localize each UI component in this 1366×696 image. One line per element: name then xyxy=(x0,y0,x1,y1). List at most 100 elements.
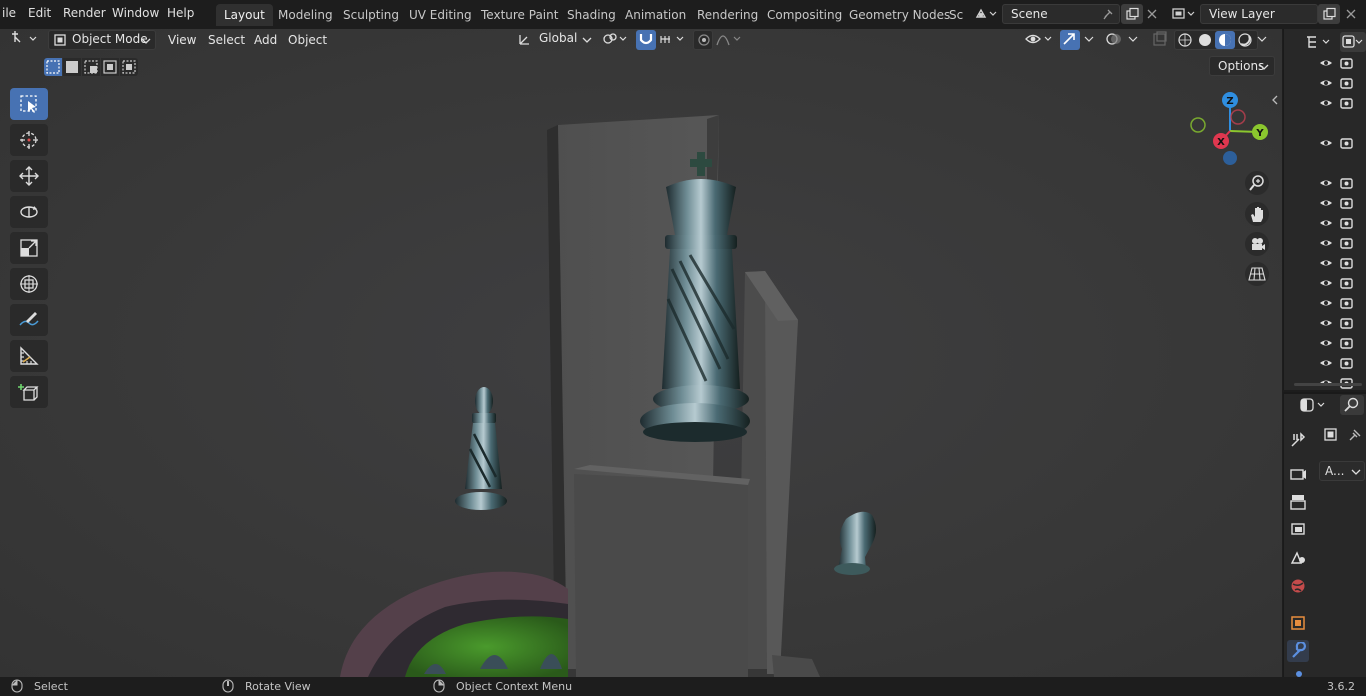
tab-modeling[interactable]: Modeling xyxy=(270,4,341,26)
eye-icon[interactable] xyxy=(1320,360,1332,366)
tab-rendering[interactable]: Rendering xyxy=(689,4,766,26)
eye-icon[interactable] xyxy=(1320,280,1332,286)
select-box-tool[interactable] xyxy=(10,88,48,120)
tab-output[interactable] xyxy=(1287,491,1309,513)
tab-animation[interactable]: Animation xyxy=(617,4,694,26)
delete-view-layer-button[interactable] xyxy=(1342,4,1360,24)
transform-orientation-dropdown[interactable]: Global xyxy=(514,30,594,50)
collapse-sidebar-icon[interactable] xyxy=(1270,95,1280,105)
gizmo-z-axis[interactable]: Z xyxy=(1222,92,1238,108)
render-camera-icon[interactable] xyxy=(1340,318,1353,329)
outliner-row[interactable] xyxy=(1320,278,1353,289)
options-dropdown[interactable]: Options xyxy=(1209,56,1275,76)
front-slab[interactable] xyxy=(574,465,750,677)
render-camera-icon[interactable] xyxy=(1340,358,1353,369)
eye-icon[interactable] xyxy=(1320,140,1332,146)
menu-file[interactable]: ile xyxy=(2,6,16,20)
eye-icon[interactable] xyxy=(1320,200,1332,206)
scale-tool[interactable] xyxy=(10,232,48,264)
tab-compositing[interactable]: Compositing xyxy=(759,4,850,26)
render-camera-icon[interactable] xyxy=(1340,138,1353,149)
render-camera-icon[interactable] xyxy=(1340,258,1353,269)
select-intersect-button[interactable] xyxy=(120,58,138,76)
gizmo-x-axis[interactable]: X xyxy=(1213,133,1229,149)
xray-toggle[interactable] xyxy=(1150,30,1170,50)
snap-target-dropdown[interactable] xyxy=(658,30,688,50)
tab-modifiers[interactable] xyxy=(1287,640,1309,662)
render-camera-icon[interactable] xyxy=(1340,198,1353,209)
eye-icon[interactable] xyxy=(1320,260,1332,266)
pivot-point-dropdown[interactable] xyxy=(600,30,630,50)
modifier-dropdown[interactable]: A... xyxy=(1319,461,1365,481)
tab-layout[interactable]: Layout xyxy=(216,4,273,26)
move-tool[interactable] xyxy=(10,160,48,192)
proportional-edit-toggle[interactable] xyxy=(693,30,713,50)
eye-icon[interactable] xyxy=(1320,300,1332,306)
perspective-toggle-button[interactable] xyxy=(1245,262,1269,286)
navigation-gizmo[interactable]: Z Y X xyxy=(1186,89,1276,175)
pin-button[interactable] xyxy=(1346,426,1364,447)
render-camera-icon[interactable] xyxy=(1340,58,1353,69)
proportional-falloff-dropdown[interactable] xyxy=(714,30,744,50)
menu-window[interactable]: Window xyxy=(112,6,159,20)
tab-geometry-nodes[interactable]: Geometry Nodes xyxy=(841,4,958,26)
tab-render[interactable] xyxy=(1287,463,1309,485)
outliner-filter[interactable] xyxy=(1340,32,1366,52)
bishop-chess-piece[interactable] xyxy=(455,387,507,510)
menu-view[interactable]: View xyxy=(168,31,196,50)
outliner-row[interactable] xyxy=(1320,98,1353,109)
gizmo-y-axis[interactable]: Y xyxy=(1252,124,1268,140)
tab-view-layer[interactable] xyxy=(1287,519,1309,541)
gizmo-neg-y[interactable] xyxy=(1190,117,1206,133)
tab-texture-paint[interactable]: Texture Paint xyxy=(473,4,566,26)
3d-viewport[interactable]: Object Mode View Select Add Object Globa… xyxy=(0,29,1282,677)
menu-object[interactable]: Object xyxy=(288,31,327,50)
outliner-display-mode[interactable] xyxy=(1304,33,1338,51)
visibility-dropdown[interactable] xyxy=(1024,30,1056,50)
camera-view-button[interactable] xyxy=(1245,232,1269,256)
render-camera-icon[interactable] xyxy=(1340,298,1353,309)
tab-world[interactable] xyxy=(1287,575,1309,597)
menu-edit[interactable]: Edit xyxy=(28,6,51,20)
outliner-row[interactable] xyxy=(1320,258,1353,269)
eye-icon[interactable] xyxy=(1320,100,1332,106)
outliner-row[interactable] xyxy=(1320,318,1353,329)
menu-select[interactable]: Select xyxy=(208,31,245,50)
tab-uv-editing[interactable]: UV Editing xyxy=(401,4,480,26)
menu-render[interactable]: Render xyxy=(63,6,106,20)
small-block[interactable] xyxy=(772,655,820,677)
outliner-row[interactable] xyxy=(1320,198,1353,209)
scene-browse-button[interactable] xyxy=(972,4,1000,24)
gizmo-toggle[interactable] xyxy=(1060,30,1080,50)
eye-icon[interactable] xyxy=(1320,180,1332,186)
gizmo-neg-x[interactable] xyxy=(1230,109,1246,125)
outliner-rows[interactable] xyxy=(1284,55,1366,395)
tab-scripting[interactable]: Sc xyxy=(945,4,967,26)
render-camera-icon[interactable] xyxy=(1340,238,1353,249)
tab-object[interactable] xyxy=(1287,612,1309,634)
view-layer-browse-button[interactable] xyxy=(1168,4,1198,24)
properties-display-mode[interactable] xyxy=(1298,396,1332,414)
select-extend-button[interactable] xyxy=(63,58,81,76)
scene-name-field[interactable]: Scene xyxy=(1002,4,1120,24)
scene-render[interactable] xyxy=(0,29,1282,677)
zoom-button[interactable] xyxy=(1245,171,1269,195)
select-subtract-button[interactable] xyxy=(82,58,100,76)
tab-scene[interactable] xyxy=(1287,547,1309,569)
outliner-row[interactable] xyxy=(1320,238,1353,249)
select-new-button[interactable] xyxy=(44,58,62,76)
overlays-toggle[interactable] xyxy=(1104,30,1124,50)
eye-icon[interactable] xyxy=(1320,240,1332,246)
new-view-layer-button[interactable] xyxy=(1318,4,1340,24)
properties-search[interactable] xyxy=(1340,395,1364,415)
new-scene-button[interactable] xyxy=(1121,4,1143,24)
add-cube-tool[interactable] xyxy=(10,376,48,408)
tab-sculpting[interactable]: Sculpting xyxy=(335,4,407,26)
transform-tool[interactable] xyxy=(10,268,48,300)
delete-scene-button[interactable] xyxy=(1144,4,1160,24)
menu-help[interactable]: Help xyxy=(167,6,194,20)
menu-add[interactable]: Add xyxy=(254,31,277,50)
outliner-row[interactable] xyxy=(1320,338,1353,349)
eye-icon[interactable] xyxy=(1320,60,1332,66)
render-camera-icon[interactable] xyxy=(1340,338,1353,349)
